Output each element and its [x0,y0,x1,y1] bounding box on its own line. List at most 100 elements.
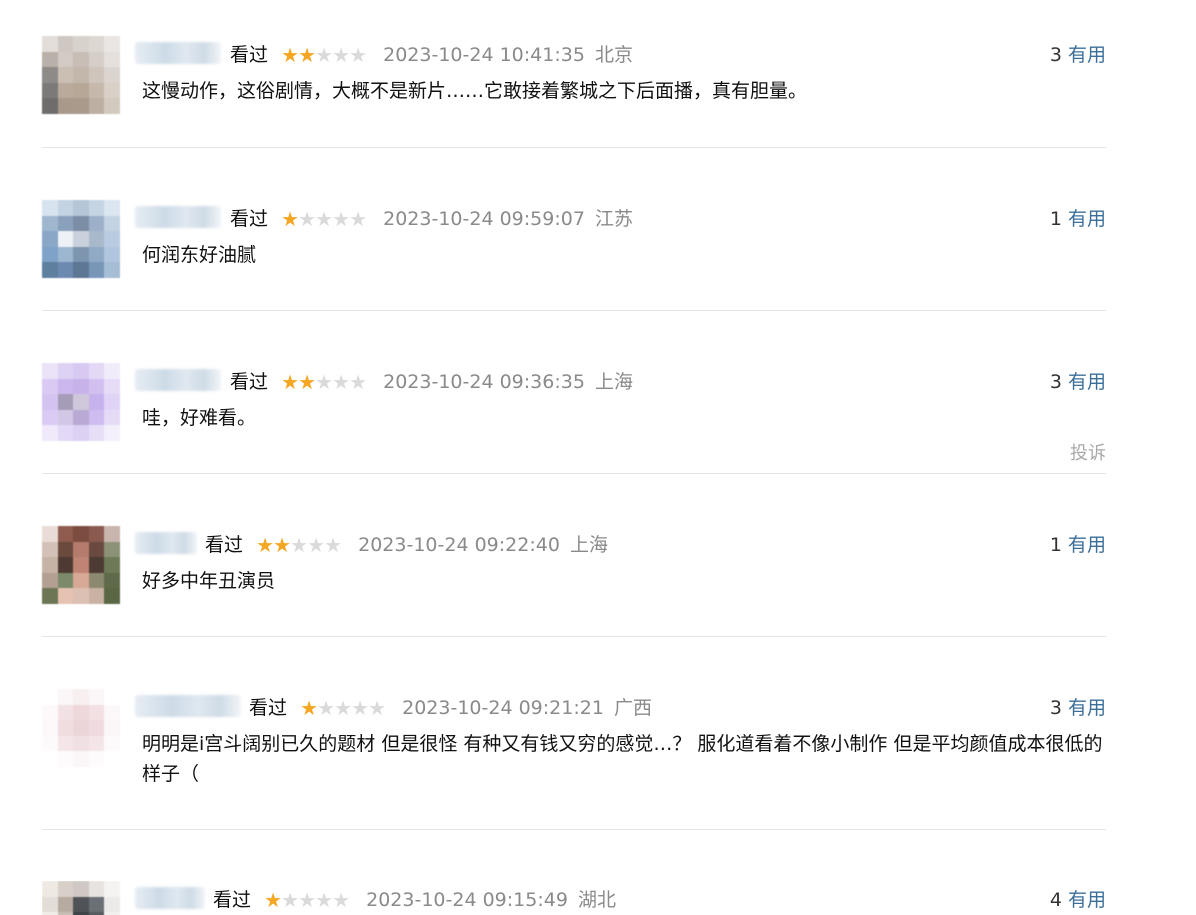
comment-list: 看过 ★ ★ ★ ★ ★ 2023-10-24 10:41:35 北京 3 有用 这慢动作… [0,0,1196,915]
comment-time: 2023-10-24 09:36:35 [383,371,585,393]
comment-time: 2023-10-24 09:21:21 [402,697,604,719]
comment-location: 广西 [613,697,652,719]
comment-item: 看过 ★ ★ ★ ★ ★ 2023-10-24 09:21:21 广西 3 有用 明明是i… [42,689,1106,829]
useful-button[interactable]: 有用 [1068,208,1106,230]
useful-vote: 3 有用 [1050,695,1106,721]
comment-time: 2023-10-24 09:59:07 [383,208,585,230]
star-icon: ★ [349,370,367,394]
rating-stars: ★ ★ ★ ★ ★ [299,695,386,721]
divider [42,473,1106,474]
star-icon: ★ [334,696,352,720]
divider [42,147,1106,148]
useful-count: 3 [1049,44,1062,66]
star-icon: ★ [264,888,282,912]
star-icon: ★ [298,888,316,912]
username-blurred[interactable] [135,42,221,64]
star-icon: ★ [300,696,318,720]
comment-text: 明明是i宫斗阔别已久的题材 但是很怪 有种又有钱又穷的感觉…？ 服化道看着不像小… [142,733,1103,785]
watched-label: 看过 [205,534,244,556]
comment-item: 看过 ★ ★ ★ ★ ★ 2023-10-24 09:22:40 上海 1 有用 好多中年… [42,526,1106,636]
report-button[interactable]: 投诉 [1070,439,1106,465]
comment-meta: 看过 ★ ★ ★ ★ ★ 2023-10-24 09:21:21 广西 [249,695,652,721]
star-icon: ★ [351,696,369,720]
star-icon: ★ [290,533,308,557]
star-icon: ★ [332,43,350,67]
comment-item: 看过 ★ ★ ★ ★ ★ 2023-10-24 09:15:49 湖北 4 有用 [42,881,1106,915]
divider [42,310,1106,311]
comment-meta: 看过 ★ ★ ★ ★ ★ 2023-10-24 10:41:35 北京 [230,42,633,68]
useful-button[interactable]: 有用 [1068,534,1106,556]
username-blurred[interactable] [135,695,241,717]
useful-vote: 3 有用 [1050,369,1106,395]
star-icon: ★ [315,43,333,67]
avatar[interactable] [42,689,120,767]
comment-time: 2023-10-24 09:22:40 [358,534,560,556]
username-blurred[interactable] [135,887,205,909]
watched-label: 看过 [230,44,269,66]
star-icon: ★ [349,43,367,67]
star-icon: ★ [324,533,342,557]
username-blurred[interactable] [135,206,221,228]
star-icon: ★ [307,533,325,557]
comment-item: 看过 ★ ★ ★ ★ ★ 2023-10-24 09:59:07 江苏 1 有用 何润东好… [42,200,1106,310]
useful-count: 1 [1049,534,1062,556]
useful-vote: 1 有用 [1050,532,1106,558]
useful-count: 3 [1049,371,1062,393]
rating-stars: ★ ★ ★ ★ ★ [280,206,367,232]
avatar[interactable] [42,526,120,604]
avatar[interactable] [42,200,120,278]
star-icon: ★ [317,696,335,720]
comment-location: 上海 [569,534,608,556]
useful-vote: 4 有用 [1050,887,1106,913]
username-blurred[interactable] [135,532,197,554]
watched-label: 看过 [230,208,269,230]
rating-stars: ★ ★ ★ ★ ★ [255,532,342,558]
avatar[interactable] [42,881,120,915]
comment-text: 这慢动作，这俗剧情，大概不是新片……它敢接着繁城之下后面播，真有胆量。 [142,80,808,102]
comment-time: 2023-10-24 09:15:49 [366,889,568,911]
star-icon: ★ [349,207,367,231]
star-icon: ★ [315,207,333,231]
useful-button[interactable]: 有用 [1068,371,1106,393]
watched-label: 看过 [230,371,269,393]
comment-time: 2023-10-24 10:41:35 [383,44,585,66]
comment-text: 哇，好难看。 [142,407,257,429]
star-icon: ★ [281,43,299,67]
star-icon: ★ [273,533,291,557]
useful-count: 3 [1049,697,1062,719]
useful-button[interactable]: 有用 [1068,44,1106,66]
star-icon: ★ [298,207,316,231]
useful-vote: 3 有用 [1050,42,1106,68]
star-icon: ★ [368,696,386,720]
comment-meta: 看过 ★ ★ ★ ★ ★ 2023-10-24 09:59:07 江苏 [230,206,633,232]
username-blurred[interactable] [135,369,221,391]
useful-button[interactable]: 有用 [1068,889,1106,911]
divider [42,636,1106,637]
star-icon: ★ [332,207,350,231]
star-icon: ★ [332,370,350,394]
useful-button[interactable]: 有用 [1068,697,1106,719]
avatar[interactable] [42,36,120,114]
divider [42,829,1106,830]
comment-location: 湖北 [577,889,616,911]
comment-meta: 看过 ★ ★ ★ ★ ★ 2023-10-24 09:15:49 湖北 [213,887,616,913]
star-icon: ★ [281,207,299,231]
useful-count: 1 [1049,208,1062,230]
useful-count: 4 [1049,889,1062,911]
rating-stars: ★ ★ ★ ★ ★ [280,369,367,395]
avatar[interactable] [42,363,120,441]
star-icon: ★ [332,888,350,912]
comment-item: 看过 ★ ★ ★ ★ ★ 2023-10-24 09:36:35 上海 3 有用 哇，好难… [42,363,1106,473]
star-icon: ★ [256,533,274,557]
comment-meta: 看过 ★ ★ ★ ★ ★ 2023-10-24 09:36:35 上海 [230,369,633,395]
star-icon: ★ [315,888,333,912]
watched-label: 看过 [249,697,288,719]
comment-location: 江苏 [594,208,633,230]
comment-item: 看过 ★ ★ ★ ★ ★ 2023-10-24 10:41:35 北京 3 有用 这慢动作… [42,36,1106,146]
star-icon: ★ [298,43,316,67]
useful-vote: 1 有用 [1050,206,1106,232]
comment-location: 上海 [594,371,633,393]
comment-meta: 看过 ★ ★ ★ ★ ★ 2023-10-24 09:22:40 上海 [205,532,608,558]
comment-location: 北京 [594,44,633,66]
star-icon: ★ [281,888,299,912]
